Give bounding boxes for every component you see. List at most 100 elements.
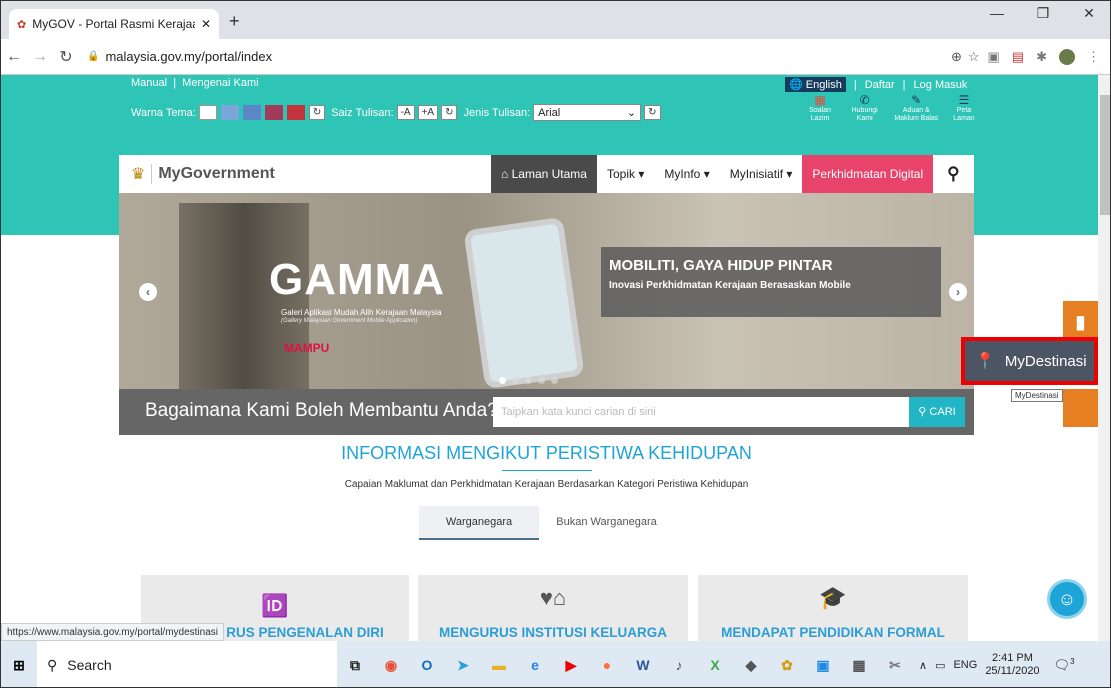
text-decrease-button[interactable]: -A (396, 105, 415, 120)
logo[interactable]: ♛ MyGovernment (119, 164, 491, 184)
zoom-icon[interactable]: ⊕ (951, 49, 962, 65)
extension-icon[interactable]: ▤ (1012, 49, 1024, 65)
carousel-caption: MOBILITI, GAYA HIDUP PINTAR Inovasi Perk… (601, 247, 941, 317)
scrollbar-thumb[interactable] (1100, 95, 1110, 215)
nav-topik[interactable]: Topik ▾ (597, 155, 654, 193)
carousel-prev-icon[interactable]: ‹ (139, 283, 157, 301)
search-icon: ⚲ (918, 406, 927, 418)
file-explorer-icon[interactable]: ▬ (481, 647, 517, 683)
help-search-bar: Bagaimana Kami Boleh Membantu Anda? Taip… (119, 389, 974, 435)
carousel-dot[interactable] (525, 377, 532, 384)
home-icon: ⌂ (501, 167, 509, 181)
quick-links: ▦ Soalan Lazim ✆ Hubungi Kami ✎ Aduan & … (801, 93, 979, 123)
carousel-dot[interactable] (551, 377, 558, 384)
search-icon[interactable]: ⚲ (933, 164, 973, 184)
carousel-dot[interactable] (512, 377, 519, 384)
youtube-icon[interactable]: ▶ (553, 647, 589, 683)
account-links: 🌐 English | Daftar | Log Masuk (785, 77, 967, 92)
faq-link[interactable]: ▦ Soalan Lazim (801, 93, 839, 123)
tray-chevron-icon[interactable]: ∧ (919, 659, 927, 672)
app-icon[interactable]: ▣ (805, 647, 841, 683)
util-links: Manual | Mengenai Kami (131, 77, 259, 89)
about-link[interactable]: Mengenai Kami (182, 77, 258, 89)
nav-home[interactable]: ⌂ Laman Utama (491, 155, 597, 193)
contact-link[interactable]: ✆ Hubungi Kami (846, 93, 884, 123)
mydestinasi-tooltip: MyDestinasi (1011, 389, 1063, 402)
chrome-icon[interactable]: ◉ (373, 647, 409, 683)
globe-icon: 🌐 (789, 79, 803, 91)
theme-swatch-lightblue[interactable] (220, 105, 239, 120)
nav-myinisiatif[interactable]: MyInisiatif ▾ (720, 155, 803, 193)
windows-start-icon[interactable]: ⊞ (1, 647, 37, 683)
search-button[interactable]: ⚲ CARI (909, 397, 965, 427)
help-search-input[interactable]: Taipkan kata kunci carian di sini (493, 397, 909, 427)
chat-bot-icon[interactable]: ☺ (1047, 579, 1087, 619)
english-button[interactable]: 🌐 English (785, 77, 846, 92)
chevron-down-icon: ⌄ (626, 107, 637, 119)
extensions-puzzle-icon[interactable]: ✱ (1036, 49, 1047, 65)
gamma-subtitle: Galeri Aplikasi Mudah Alih Kerajaan Mala… (281, 308, 442, 317)
close-window-icon[interactable]: ✕ (1066, 5, 1110, 22)
windows-taskbar: ⊞ ⚲ Search ⧉ ◉ O ➤ ▬ e ▶ ● W ♪ X ◆ ✿ ▣ ▦… (1, 641, 1110, 687)
telegram-icon[interactable]: ➤ (445, 647, 481, 683)
bookmark-star-icon[interactable]: ☆ (968, 49, 980, 65)
nav-myinfo[interactable]: MyInfo ▾ (654, 155, 719, 193)
word-icon[interactable]: W (625, 647, 661, 683)
profile-avatar[interactable] (1059, 48, 1075, 65)
paint-icon[interactable]: ✿ (769, 647, 805, 683)
new-tab-icon[interactable]: + (229, 11, 240, 32)
excel-like-icon[interactable]: X (697, 647, 733, 683)
manual-link[interactable]: Manual (131, 77, 167, 89)
reload-icon[interactable]: ↻ (53, 47, 79, 67)
task-view-icon[interactable]: ⧉ (337, 647, 373, 683)
clock[interactable]: 2:41 PM 25/11/2020 (985, 652, 1039, 678)
orange-widget[interactable] (1063, 389, 1098, 427)
carousel-next-icon[interactable]: › (949, 283, 967, 301)
font-select[interactable]: Arial ⌄ (533, 104, 642, 121)
taskbar-search[interactable]: ⚲ Search (37, 641, 337, 687)
faq-icon: ▦ (814, 93, 826, 107)
firefox-icon[interactable]: ● (589, 647, 625, 683)
text-increase-button[interactable]: +A (417, 105, 439, 120)
text-reset-icon[interactable]: ↻ (441, 105, 458, 120)
extension-icon[interactable]: ▣ (988, 49, 1000, 65)
back-icon[interactable]: ← (1, 48, 27, 66)
theme-swatch-maroon[interactable] (264, 105, 283, 120)
login-link[interactable]: Log Masuk (914, 79, 968, 91)
carousel-dot[interactable] (499, 377, 506, 384)
caption-title: MOBILITI, GAYA HIDUP PINTAR (609, 257, 833, 274)
calculator-icon[interactable]: ▦ (841, 647, 877, 683)
battery-icon[interactable]: ▭ (935, 659, 945, 672)
minimize-icon[interactable]: — (974, 5, 1020, 22)
app-icon[interactable]: ◆ (733, 647, 769, 683)
edge-icon[interactable]: e (517, 647, 553, 683)
sitemap-link[interactable]: ☰ Peta Laman (949, 93, 979, 123)
register-link[interactable]: Daftar (865, 79, 895, 91)
lock-icon: 🔒 (87, 51, 100, 62)
tab-warganegara[interactable]: Warganegara (419, 506, 539, 540)
scrollbar[interactable] (1098, 75, 1110, 641)
app-icon[interactable]: ♪ (661, 647, 697, 683)
tab-bukan-warganegara[interactable]: Bukan Warganegara (539, 506, 674, 540)
close-tab-icon[interactable]: ✕ (201, 17, 211, 31)
feedback-link[interactable]: ✎ Aduan & Maklum Balas (890, 93, 942, 123)
restore-icon[interactable]: ❐ (1020, 5, 1066, 22)
theme-swatch-blue[interactable] (242, 105, 261, 120)
theme-reset-icon[interactable]: ↻ (308, 105, 326, 120)
digital-services-button[interactable]: Perkhidmatan Digital (802, 155, 934, 193)
outlook-icon[interactable]: O (409, 647, 445, 683)
snip-icon[interactable]: ✂ (877, 647, 913, 683)
theme-swatch-red[interactable] (286, 105, 305, 120)
forward-icon[interactable]: → (27, 48, 53, 66)
address-bar[interactable]: 🔒 malaysia.gov.my/portal/index ⊕ ☆ (87, 44, 980, 70)
logo-text: MyGovernment (158, 165, 275, 182)
carousel-dot[interactable] (538, 377, 545, 384)
theme-swatch-white[interactable] (198, 105, 217, 120)
browser-tab[interactable]: ✿ MyGOV - Portal Rasmi Kerajaan M ✕ (9, 9, 219, 39)
notifications-icon[interactable]: 🗨3 (1054, 657, 1075, 673)
font-reset-icon[interactable]: ↻ (644, 105, 661, 120)
mydestinasi-button[interactable]: 📍 MyDestinasi (961, 337, 1098, 385)
id-card-icon: 🆔 (261, 593, 289, 618)
language-indicator[interactable]: ENG (953, 659, 977, 671)
menu-icon[interactable]: ⋮ (1087, 49, 1100, 65)
